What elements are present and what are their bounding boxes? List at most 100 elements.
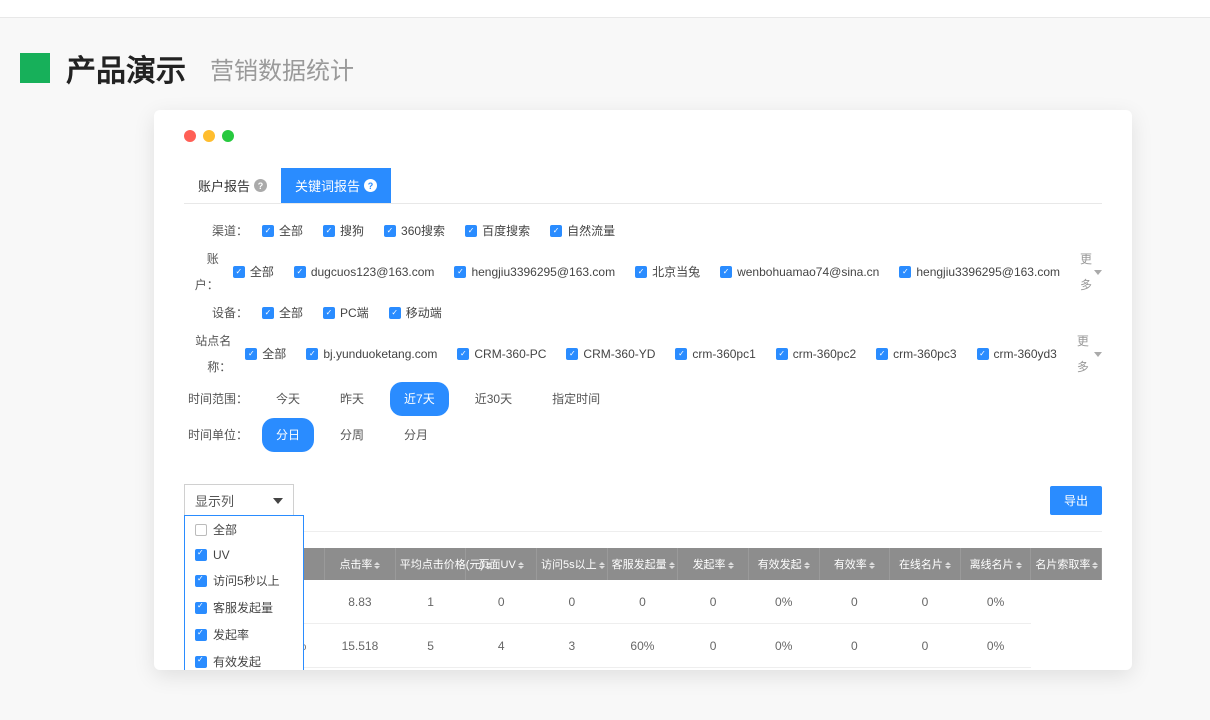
filter-label: 渠道： (184, 218, 248, 244)
sort-icon[interactable] (374, 562, 380, 569)
sort-icon[interactable] (728, 562, 734, 569)
checkbox-icon (977, 348, 989, 360)
filter-option[interactable]: wenbohuamao74@sina.cn (720, 259, 879, 285)
filter-option[interactable]: 全部 (262, 300, 303, 326)
time-option[interactable]: 昨天 (326, 382, 378, 416)
help-icon[interactable]: ? (364, 179, 377, 192)
column-header[interactable]: 在线名片 (890, 548, 961, 580)
time-option[interactable]: 近7天 (390, 382, 449, 416)
checkbox-icon (550, 225, 562, 237)
column-header[interactable]: 客服发起量 (607, 548, 678, 580)
page-title: 产品演示 (66, 46, 186, 90)
help-icon[interactable]: ? (254, 179, 267, 192)
tab-account-report[interactable]: 账户报告 ? (184, 168, 281, 203)
column-header[interactable]: 名片索取率 (1031, 548, 1102, 580)
filter-option[interactable]: crm-360pc1 (675, 341, 755, 367)
filter-option[interactable]: 百度搜索 (465, 218, 530, 244)
filter-row: 站点名称：全部bj.yunduoketang.comCRM-360-PCCRM-… (184, 328, 1102, 380)
cell: 1 (395, 668, 466, 671)
cell: 8.83 (325, 580, 396, 624)
time-option[interactable]: 近30天 (461, 382, 526, 416)
minimize-icon[interactable] (203, 130, 215, 142)
table-row: bj-云朵课堂0.9%8.83100000%000% (184, 580, 1102, 624)
checkbox-icon (675, 348, 687, 360)
filter-option[interactable]: hengjiu3396295@163.com (454, 259, 615, 285)
filter-option[interactable]: hengjiu3396295@163.com (899, 259, 1060, 285)
filter-option[interactable]: CRM-360-PC (457, 341, 546, 367)
column-option[interactable]: 客服发起量 (185, 594, 303, 621)
table-row: bj-云朵课堂0%01100%00%000% (184, 668, 1102, 671)
column-header[interactable]: 点击率 (325, 548, 396, 580)
checkbox-icon (323, 307, 335, 319)
column-option[interactable]: 全部 (185, 516, 303, 543)
column-option[interactable]: 有效发起 (185, 648, 303, 670)
cell: 0% (748, 668, 819, 671)
filter-option[interactable]: crm-360pc3 (876, 341, 956, 367)
close-icon[interactable] (184, 130, 196, 142)
time-option[interactable]: 分周 (326, 418, 378, 452)
column-header[interactable]: 有效发起 (748, 548, 819, 580)
filter-option[interactable]: PC端 (323, 300, 369, 326)
column-select-label: 显示列 (195, 491, 234, 510)
filter-label: 设备： (184, 300, 248, 326)
cell: 0 (607, 580, 678, 624)
filter-label: 账户： (184, 246, 219, 298)
column-header[interactable]: 离线名片 (960, 548, 1031, 580)
sort-icon[interactable] (1092, 562, 1098, 569)
export-button[interactable]: 导出 (1050, 486, 1102, 515)
cell: 0% (748, 580, 819, 624)
column-select-dropdown: 全部UV访问5秒以上客服发起量发起率有效发起有效率在线名片离线名片名片索取率有效… (184, 515, 304, 670)
cell: 60% (607, 624, 678, 668)
filter-option[interactable]: 全部 (245, 341, 286, 367)
filter-option[interactable]: 移动端 (389, 300, 442, 326)
column-header[interactable]: 有效率 (819, 548, 890, 580)
filter-option[interactable]: 北京当兔 (635, 259, 700, 285)
column-header[interactable]: 平均点击价格(元) (395, 548, 466, 580)
checkbox-icon (454, 266, 466, 278)
page-header: 产品演示 营销数据统计 (0, 18, 1210, 110)
column-select-trigger[interactable]: 显示列 (184, 484, 294, 517)
sort-icon[interactable] (1016, 562, 1022, 569)
filter-option[interactable]: 360搜索 (384, 218, 445, 244)
column-header[interactable]: 访问5s以上 (537, 548, 608, 580)
filter-option[interactable]: CRM-360-YD (566, 341, 655, 367)
time-option[interactable]: 分日 (262, 418, 314, 452)
cell: 0 (819, 624, 890, 668)
time-option[interactable]: 分月 (390, 418, 442, 452)
filter-option[interactable]: 自然流量 (550, 218, 615, 244)
sort-icon[interactable] (869, 562, 875, 569)
data-table: 账户费点击率平均点击价格(元)页面UV访问5s以上客服发起量发起率有效发起有效率… (184, 548, 1102, 670)
checkbox-icon (195, 602, 207, 614)
filter-option[interactable]: bj.yunduoketang.com (306, 341, 437, 367)
report-tabs: 账户报告 ? 关键词报告 ? (184, 168, 1102, 204)
tab-keyword-report[interactable]: 关键词报告 ? (281, 168, 391, 203)
checkbox-icon (776, 348, 788, 360)
more-link[interactable]: 更多 (1080, 246, 1102, 298)
cell: 0 (890, 668, 961, 671)
filter-option[interactable]: 搜狗 (323, 218, 364, 244)
sort-icon[interactable] (804, 562, 810, 569)
table-controls: 显示列 全部UV访问5秒以上客服发起量发起率有效发起有效率在线名片离线名片名片索… (184, 484, 1102, 517)
more-link[interactable]: 更多 (1077, 328, 1102, 380)
time-option[interactable]: 今天 (262, 382, 314, 416)
time-option[interactable]: 指定时间 (538, 382, 614, 416)
window-traffic-lights (184, 130, 1102, 142)
filter-option[interactable]: 全部 (233, 259, 274, 285)
filter-option[interactable]: 全部 (262, 218, 303, 244)
checkbox-icon (195, 524, 207, 536)
column-header[interactable]: 发起率 (678, 548, 749, 580)
cell: 1 (395, 580, 466, 624)
checkbox-icon (233, 266, 245, 278)
sort-icon[interactable] (945, 562, 951, 569)
sort-icon[interactable] (518, 562, 524, 569)
column-option[interactable]: 发起率 (185, 621, 303, 648)
column-option[interactable]: 访问5秒以上 (185, 567, 303, 594)
sort-icon[interactable] (669, 562, 675, 569)
checkbox-icon (465, 225, 477, 237)
filter-option[interactable]: crm-360pc2 (776, 341, 856, 367)
filter-option[interactable]: crm-360yd3 (977, 341, 1057, 367)
column-option[interactable]: UV (185, 543, 303, 567)
maximize-icon[interactable] (222, 130, 234, 142)
filter-option[interactable]: dugcuos123@163.com (294, 259, 435, 285)
sort-icon[interactable] (599, 562, 605, 569)
